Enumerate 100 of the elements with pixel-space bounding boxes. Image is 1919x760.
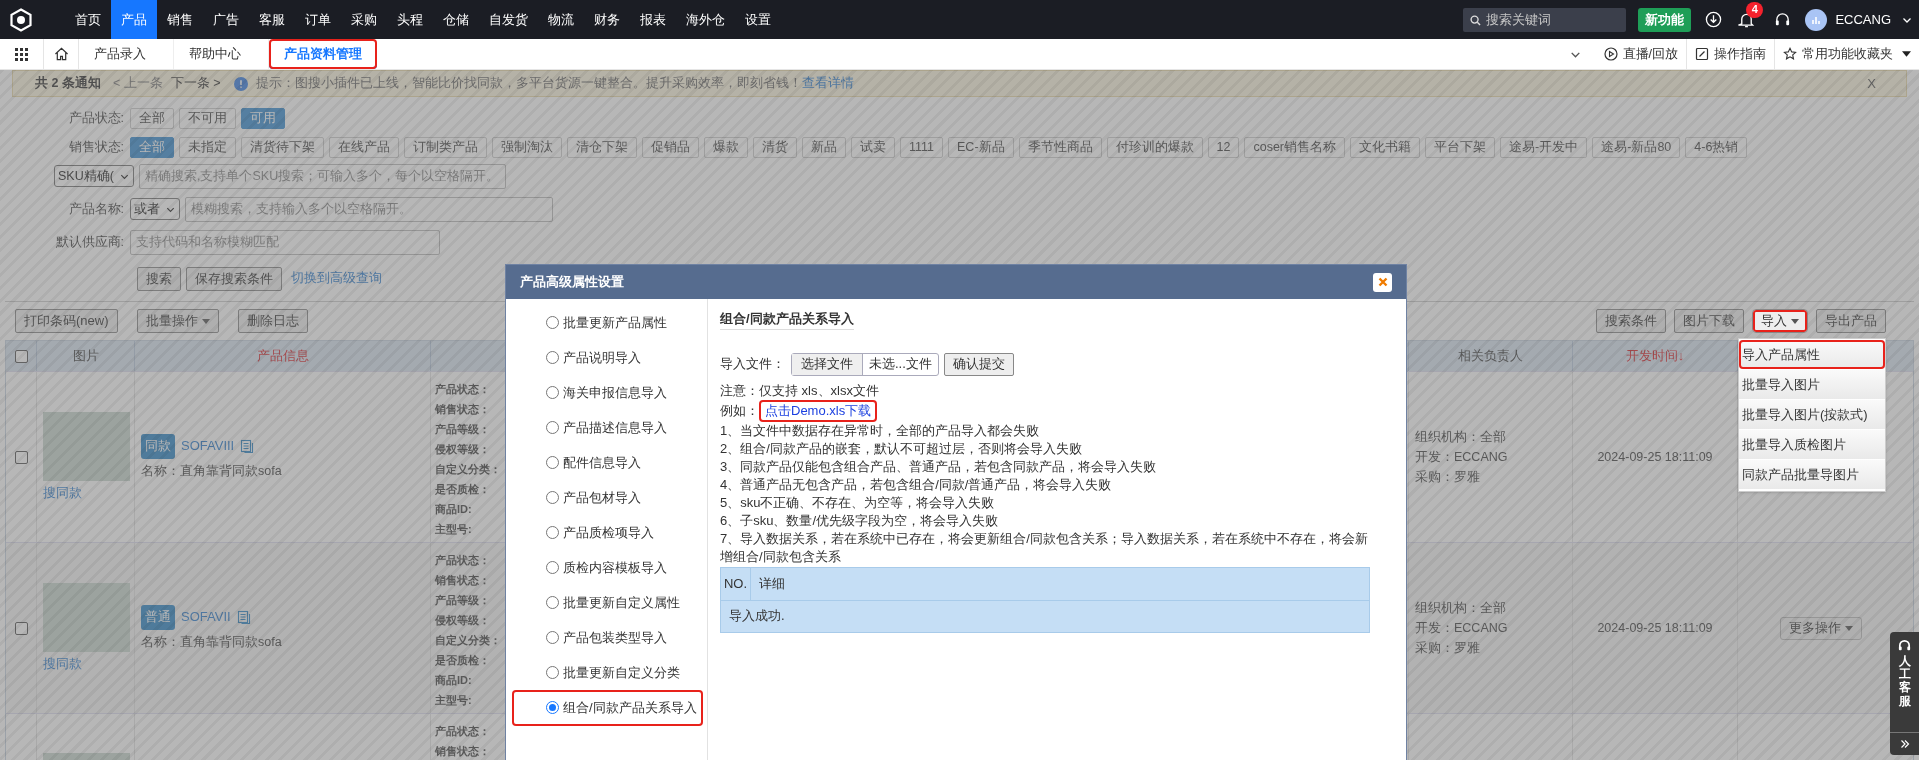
filter-chip[interactable]: 新品 bbox=[802, 137, 846, 158]
header-link[interactable]: 操作指南 bbox=[1686, 39, 1774, 69]
nav-menu-item[interactable]: 销售 bbox=[157, 0, 203, 39]
radio-option[interactable]: 海关申报信息导入 bbox=[512, 375, 703, 410]
filter-chip[interactable]: 爆款 bbox=[704, 137, 748, 158]
page-tab[interactable]: 产品录入 bbox=[79, 39, 174, 69]
radio-button[interactable] bbox=[546, 316, 559, 329]
menu-item[interactable]: 批量导入图片 bbox=[1739, 370, 1885, 399]
toolbar-button[interactable]: 删除日志 bbox=[237, 309, 308, 333]
filter-chip[interactable]: 付珍训的爆款 bbox=[1106, 137, 1203, 158]
filter-chip[interactable]: 途易-新品80 bbox=[1592, 137, 1681, 158]
radio-option[interactable]: 配件信息导入 bbox=[512, 445, 703, 480]
radio-button[interactable] bbox=[546, 666, 559, 679]
search-field[interactable]: 搜索关键词 bbox=[1463, 7, 1627, 32]
sku-mode-select[interactable]: SKU精确( bbox=[54, 165, 134, 187]
menu-item[interactable]: 同款产品批量导图片 bbox=[1739, 460, 1885, 489]
filter-chip[interactable]: 试卖 bbox=[851, 137, 895, 158]
demo-download-link[interactable]: 点击Demo.xls下载 bbox=[759, 399, 878, 422]
nav-menu-item[interactable]: 采购 bbox=[341, 0, 387, 39]
nav-menu-item[interactable]: 客服 bbox=[249, 0, 295, 39]
radio-button[interactable] bbox=[546, 526, 559, 539]
toolbar-button[interactable]: 搜索条件 bbox=[1596, 309, 1666, 333]
radio-option[interactable]: 质检内容模板导入 bbox=[512, 550, 703, 585]
row-checkbox[interactable] bbox=[14, 450, 28, 464]
radio-option[interactable]: 产品包材导入 bbox=[512, 480, 703, 515]
avatar-icon[interactable] bbox=[1805, 8, 1828, 31]
dropdown-button[interactable]: 批量操作 bbox=[136, 309, 219, 333]
radio-button[interactable] bbox=[546, 596, 559, 609]
radio-button[interactable] bbox=[546, 631, 559, 644]
details-link[interactable]: 查看详情 bbox=[802, 74, 855, 93]
choose-file-button[interactable]: 选择文件 bbox=[792, 353, 863, 375]
filter-chip[interactable]: 全部 bbox=[130, 108, 174, 129]
filter-chip[interactable]: 季节性商品 bbox=[1018, 137, 1102, 158]
filter-chip[interactable]: EC-新品 bbox=[948, 137, 1014, 158]
nav-menu-item[interactable]: 海外仓 bbox=[676, 0, 735, 39]
nav-menu-item[interactable]: 订单 bbox=[295, 0, 341, 39]
search-similar-link[interactable]: 搜同款 bbox=[43, 483, 82, 503]
search-action-button[interactable]: 搜索 bbox=[137, 266, 181, 291]
radio-option[interactable]: 产品说明导入 bbox=[512, 340, 703, 375]
more-actions-button[interactable]: 更多操作 bbox=[1780, 616, 1862, 640]
apps-grid-icon[interactable] bbox=[15, 47, 28, 61]
row-checkbox[interactable] bbox=[14, 621, 28, 635]
radio-button[interactable] bbox=[546, 491, 559, 504]
search-similar-link[interactable]: 搜同款 bbox=[43, 654, 82, 674]
filter-chip[interactable]: 途易-开发中 bbox=[1500, 137, 1588, 158]
toolbar-button[interactable]: 图片下载 bbox=[1674, 309, 1744, 333]
dropdown-button[interactable]: 导入 bbox=[1752, 309, 1808, 333]
menu-item[interactable]: 批量导入图片(按款式) bbox=[1739, 400, 1885, 429]
page-tab[interactable]: 帮助中心 bbox=[174, 39, 269, 69]
file-input[interactable]: 选择文件 未选...文件 bbox=[791, 352, 939, 376]
toolbar-button[interactable]: 打印条码(new) bbox=[15, 309, 118, 333]
radio-option[interactable]: 产品质检项导入 bbox=[512, 515, 703, 550]
advanced-search-link[interactable]: 切换到高级查询 bbox=[291, 269, 382, 288]
menu-item[interactable]: 批量导入质检图片 bbox=[1739, 430, 1885, 459]
filter-chip[interactable]: 文化书籍 bbox=[1350, 137, 1421, 158]
filter-chip[interactable]: 平台下架 bbox=[1425, 137, 1496, 158]
document-icon[interactable] bbox=[236, 610, 251, 625]
nav-menu-item[interactable]: 仓储 bbox=[433, 0, 479, 39]
sku-link[interactable]: SOFAVII bbox=[181, 607, 231, 627]
logo-icon[interactable] bbox=[10, 7, 32, 32]
radio-button[interactable] bbox=[546, 701, 559, 715]
nav-menu-item[interactable]: 头程 bbox=[387, 0, 433, 39]
submit-button[interactable]: 确认提交 bbox=[943, 352, 1014, 376]
header-link[interactable]: 常用功能收藏夹 bbox=[1774, 39, 1919, 69]
support-button[interactable]: 人工客服 bbox=[1890, 632, 1919, 755]
sku-link[interactable]: SOFAVIII bbox=[181, 436, 235, 456]
radio-button[interactable] bbox=[546, 386, 559, 399]
header-link[interactable]: 直播/回放 bbox=[1595, 39, 1686, 69]
document-icon[interactable] bbox=[240, 439, 255, 454]
filter-chip[interactable]: 清货 bbox=[753, 137, 797, 158]
filter-chip[interactable]: 1111 bbox=[900, 137, 944, 158]
radio-option[interactable]: 批量更新产品属性 bbox=[512, 305, 703, 340]
filter-chip[interactable]: 促销品 bbox=[642, 137, 699, 158]
filter-chip[interactable]: coser销售名称 bbox=[1244, 137, 1346, 158]
filter-chip[interactable]: 全部 bbox=[130, 137, 174, 158]
radio-button[interactable] bbox=[546, 351, 559, 364]
nav-menu-item[interactable]: 广告 bbox=[203, 0, 249, 39]
toolbar-button[interactable]: 导出产品 bbox=[1816, 309, 1886, 333]
close-notice-button[interactable]: X bbox=[1867, 73, 1876, 94]
home-icon[interactable] bbox=[53, 47, 69, 61]
filter-chip[interactable]: 强制淘汰 bbox=[492, 137, 562, 158]
close-button[interactable] bbox=[1373, 272, 1392, 292]
match-mode-select[interactable]: 或者 bbox=[130, 198, 180, 220]
filter-chip[interactable]: 清仓下架 bbox=[567, 137, 637, 158]
radio-option[interactable]: 批量更新自定义属性 bbox=[512, 585, 703, 620]
nav-menu-item[interactable]: 产品 bbox=[111, 0, 157, 39]
nav-menu-item[interactable]: 物流 bbox=[538, 0, 584, 39]
filter-chip[interactable]: 可用 bbox=[241, 108, 285, 129]
radio-button[interactable] bbox=[546, 421, 559, 434]
headset-icon[interactable] bbox=[1774, 11, 1792, 28]
filter-chip[interactable]: 不可用 bbox=[179, 108, 236, 129]
radio-option[interactable]: 批量更新自定义分类 bbox=[512, 655, 703, 690]
search-action-button[interactable]: 保存搜索条件 bbox=[186, 266, 282, 291]
filter-chip[interactable]: 清货待下架 bbox=[241, 137, 324, 158]
radio-button[interactable] bbox=[546, 561, 559, 574]
nav-menu-item[interactable]: 自发货 bbox=[479, 0, 538, 39]
filter-chip[interactable]: 在线产品 bbox=[329, 137, 399, 158]
nav-menu-item[interactable]: 设置 bbox=[735, 0, 781, 39]
new-feature-button[interactable]: 新功能 bbox=[1638, 7, 1692, 32]
nav-menu-item[interactable]: 首页 bbox=[65, 0, 111, 39]
